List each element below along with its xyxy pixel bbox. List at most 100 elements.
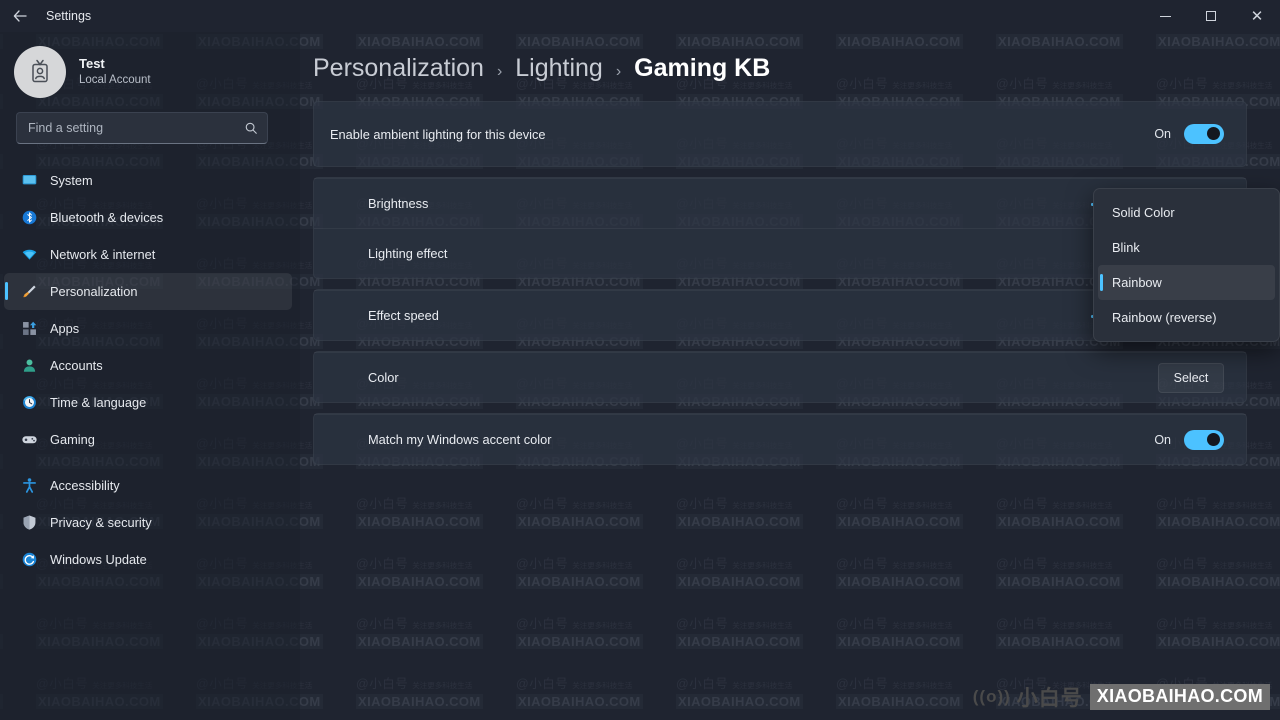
accessibility-icon bbox=[22, 478, 36, 493]
sidebar-item-windows-update[interactable]: Windows Update bbox=[4, 541, 292, 578]
sidebar-item-time-language[interactable]: Time & language bbox=[4, 384, 292, 421]
ambient-lighting-toggle[interactable] bbox=[1184, 124, 1224, 144]
sidebar-item-gaming[interactable]: Gaming bbox=[4, 421, 292, 458]
color-card: Color Select bbox=[313, 351, 1247, 403]
sidebar-item-personalization[interactable]: Personalization bbox=[4, 273, 292, 310]
update-icon bbox=[20, 551, 38, 569]
id-badge-icon bbox=[32, 59, 48, 83]
lighting-effect-label: Lighting effect bbox=[368, 246, 448, 261]
search-input[interactable] bbox=[28, 121, 244, 135]
maximize-icon bbox=[1206, 11, 1216, 21]
dropdown-option-rainbow[interactable]: Rainbow bbox=[1098, 265, 1275, 300]
accent-match-card: Match my Windows accent color On bbox=[313, 413, 1247, 465]
accent-match-toggle[interactable] bbox=[1184, 429, 1224, 450]
bluetooth-icon bbox=[22, 210, 36, 225]
wifi-icon bbox=[22, 249, 36, 260]
brand-name-group: ((o)) 小白号 bbox=[973, 682, 1083, 712]
update-icon bbox=[22, 552, 36, 567]
sidebar-item-label: Gaming bbox=[50, 432, 95, 447]
accent-match-state: On bbox=[1154, 432, 1171, 447]
sidebar-item-label: Network & internet bbox=[50, 247, 156, 262]
person-icon bbox=[23, 359, 35, 372]
sidebar-item-label: System bbox=[50, 173, 93, 188]
sidebar-item-label: Accessibility bbox=[50, 478, 120, 493]
color-select-button[interactable]: Select bbox=[1158, 362, 1224, 393]
color-row: Color Select bbox=[314, 352, 1246, 402]
sidebar-item-label: Windows Update bbox=[50, 552, 147, 567]
toggle-knob bbox=[1207, 432, 1220, 446]
profile-section[interactable]: Test Local Account bbox=[0, 32, 300, 98]
sidebar-item-accessibility[interactable]: Accessibility bbox=[4, 467, 292, 504]
monitor-icon bbox=[20, 172, 38, 190]
broadcast-icon: ((o)) bbox=[972, 687, 1011, 706]
sidebar-nav: System Bluetooth & devices Network & inter… bbox=[0, 162, 300, 578]
breadcrumb-item-personalization[interactable]: Personalization bbox=[313, 54, 484, 83]
effect-speed-label: Effect speed bbox=[368, 308, 439, 323]
content-area: Personalization › Lighting › Gaming KB Enabl… bbox=[300, 32, 1280, 720]
profile-name: Test bbox=[79, 56, 105, 72]
shield-icon bbox=[23, 515, 35, 530]
apps-icon bbox=[22, 321, 36, 335]
close-icon: ✕ bbox=[1250, 7, 1264, 25]
clock-icon bbox=[22, 396, 36, 409]
ambient-lighting-row: Enable ambient lighting for this device … bbox=[314, 102, 1246, 166]
minimize-button[interactable] bbox=[1142, 0, 1188, 32]
window-controls: ✕ bbox=[1142, 0, 1280, 32]
back-button[interactable] bbox=[0, 0, 40, 32]
lighting-effect-dropdown[interactable]: Solid Color Blink Rainbow Rainbow (reverse) bbox=[1093, 188, 1280, 342]
minimize-icon bbox=[1159, 15, 1171, 17]
arrow-left-icon bbox=[13, 10, 27, 22]
close-button[interactable]: ✕ bbox=[1234, 0, 1280, 32]
bluetooth-icon bbox=[20, 209, 38, 227]
monitor-icon bbox=[22, 174, 36, 185]
clock-icon bbox=[20, 394, 38, 412]
ambient-lighting-card: Enable ambient lighting for this device … bbox=[313, 101, 1247, 167]
brand-badge: ((o)) 小白号 XIAOBAIHAO.COM bbox=[973, 682, 1270, 712]
wifi-icon bbox=[20, 246, 38, 264]
sidebar-item-label: Personalization bbox=[50, 284, 138, 299]
sidebar-item-network-internet[interactable]: Network & internet bbox=[4, 236, 292, 273]
search-icon bbox=[245, 122, 257, 134]
sidebar-item-label: Privacy & security bbox=[50, 515, 152, 530]
gamepad-icon bbox=[21, 436, 37, 444]
sidebar-item-label: Time & language bbox=[50, 395, 147, 410]
sidebar-divider bbox=[4, 458, 292, 467]
toggle-knob bbox=[1207, 127, 1220, 140]
sidebar-item-label: Accounts bbox=[50, 358, 103, 373]
dropdown-option-blink[interactable]: Blink bbox=[1098, 230, 1275, 265]
sidebar-item-apps[interactable]: Apps bbox=[4, 310, 292, 347]
breadcrumb: Personalization › Lighting › Gaming KB bbox=[300, 32, 1280, 83]
sidebar-item-label: Bluetooth & devices bbox=[50, 210, 164, 225]
maximize-button[interactable] bbox=[1188, 0, 1234, 32]
brightness-label: Brightness bbox=[368, 196, 429, 211]
apps-icon bbox=[20, 320, 38, 338]
dropdown-option-rainbow-reverse[interactable]: Rainbow (reverse) bbox=[1098, 300, 1275, 335]
shield-icon bbox=[20, 514, 38, 532]
sidebar-item-privacy-security[interactable]: Privacy & security bbox=[4, 504, 292, 541]
paintbrush-icon bbox=[20, 283, 38, 301]
sidebar-item-label: Apps bbox=[50, 321, 80, 336]
avatar bbox=[14, 46, 66, 98]
sidebar: Test Local Account System Bluetooth & dev… bbox=[0, 32, 300, 720]
sidebar-item-bluetooth-devices[interactable]: Bluetooth & devices bbox=[4, 199, 292, 236]
window-title: Settings bbox=[46, 9, 92, 23]
brand-name-cn: 小白号 bbox=[1016, 687, 1083, 710]
breadcrumb-separator: › bbox=[615, 63, 622, 80]
accent-match-label: Match my Windows accent color bbox=[368, 432, 552, 447]
ambient-lighting-state: On bbox=[1154, 127, 1171, 141]
breadcrumb-separator: › bbox=[496, 63, 503, 80]
dropdown-option-solid-color[interactable]: Solid Color bbox=[1098, 195, 1275, 230]
title-bar: Settings ✕ bbox=[0, 0, 1280, 32]
breadcrumb-item-gaming-kb: Gaming KB bbox=[634, 54, 771, 82]
person-icon bbox=[20, 357, 38, 375]
profile-account-type: Local Account bbox=[79, 74, 151, 87]
ambient-lighting-label: Enable ambient lighting for this device bbox=[330, 126, 546, 142]
sidebar-item-accounts[interactable]: Accounts bbox=[4, 347, 292, 384]
color-label: Color bbox=[368, 370, 399, 385]
breadcrumb-item-lighting[interactable]: Lighting bbox=[515, 54, 603, 83]
accent-match-row: Match my Windows accent color On bbox=[314, 414, 1246, 464]
gamepad-icon bbox=[20, 431, 38, 449]
paintbrush-icon bbox=[23, 285, 36, 298]
sidebar-item-system[interactable]: System bbox=[4, 162, 292, 199]
search-box[interactable] bbox=[16, 112, 268, 144]
